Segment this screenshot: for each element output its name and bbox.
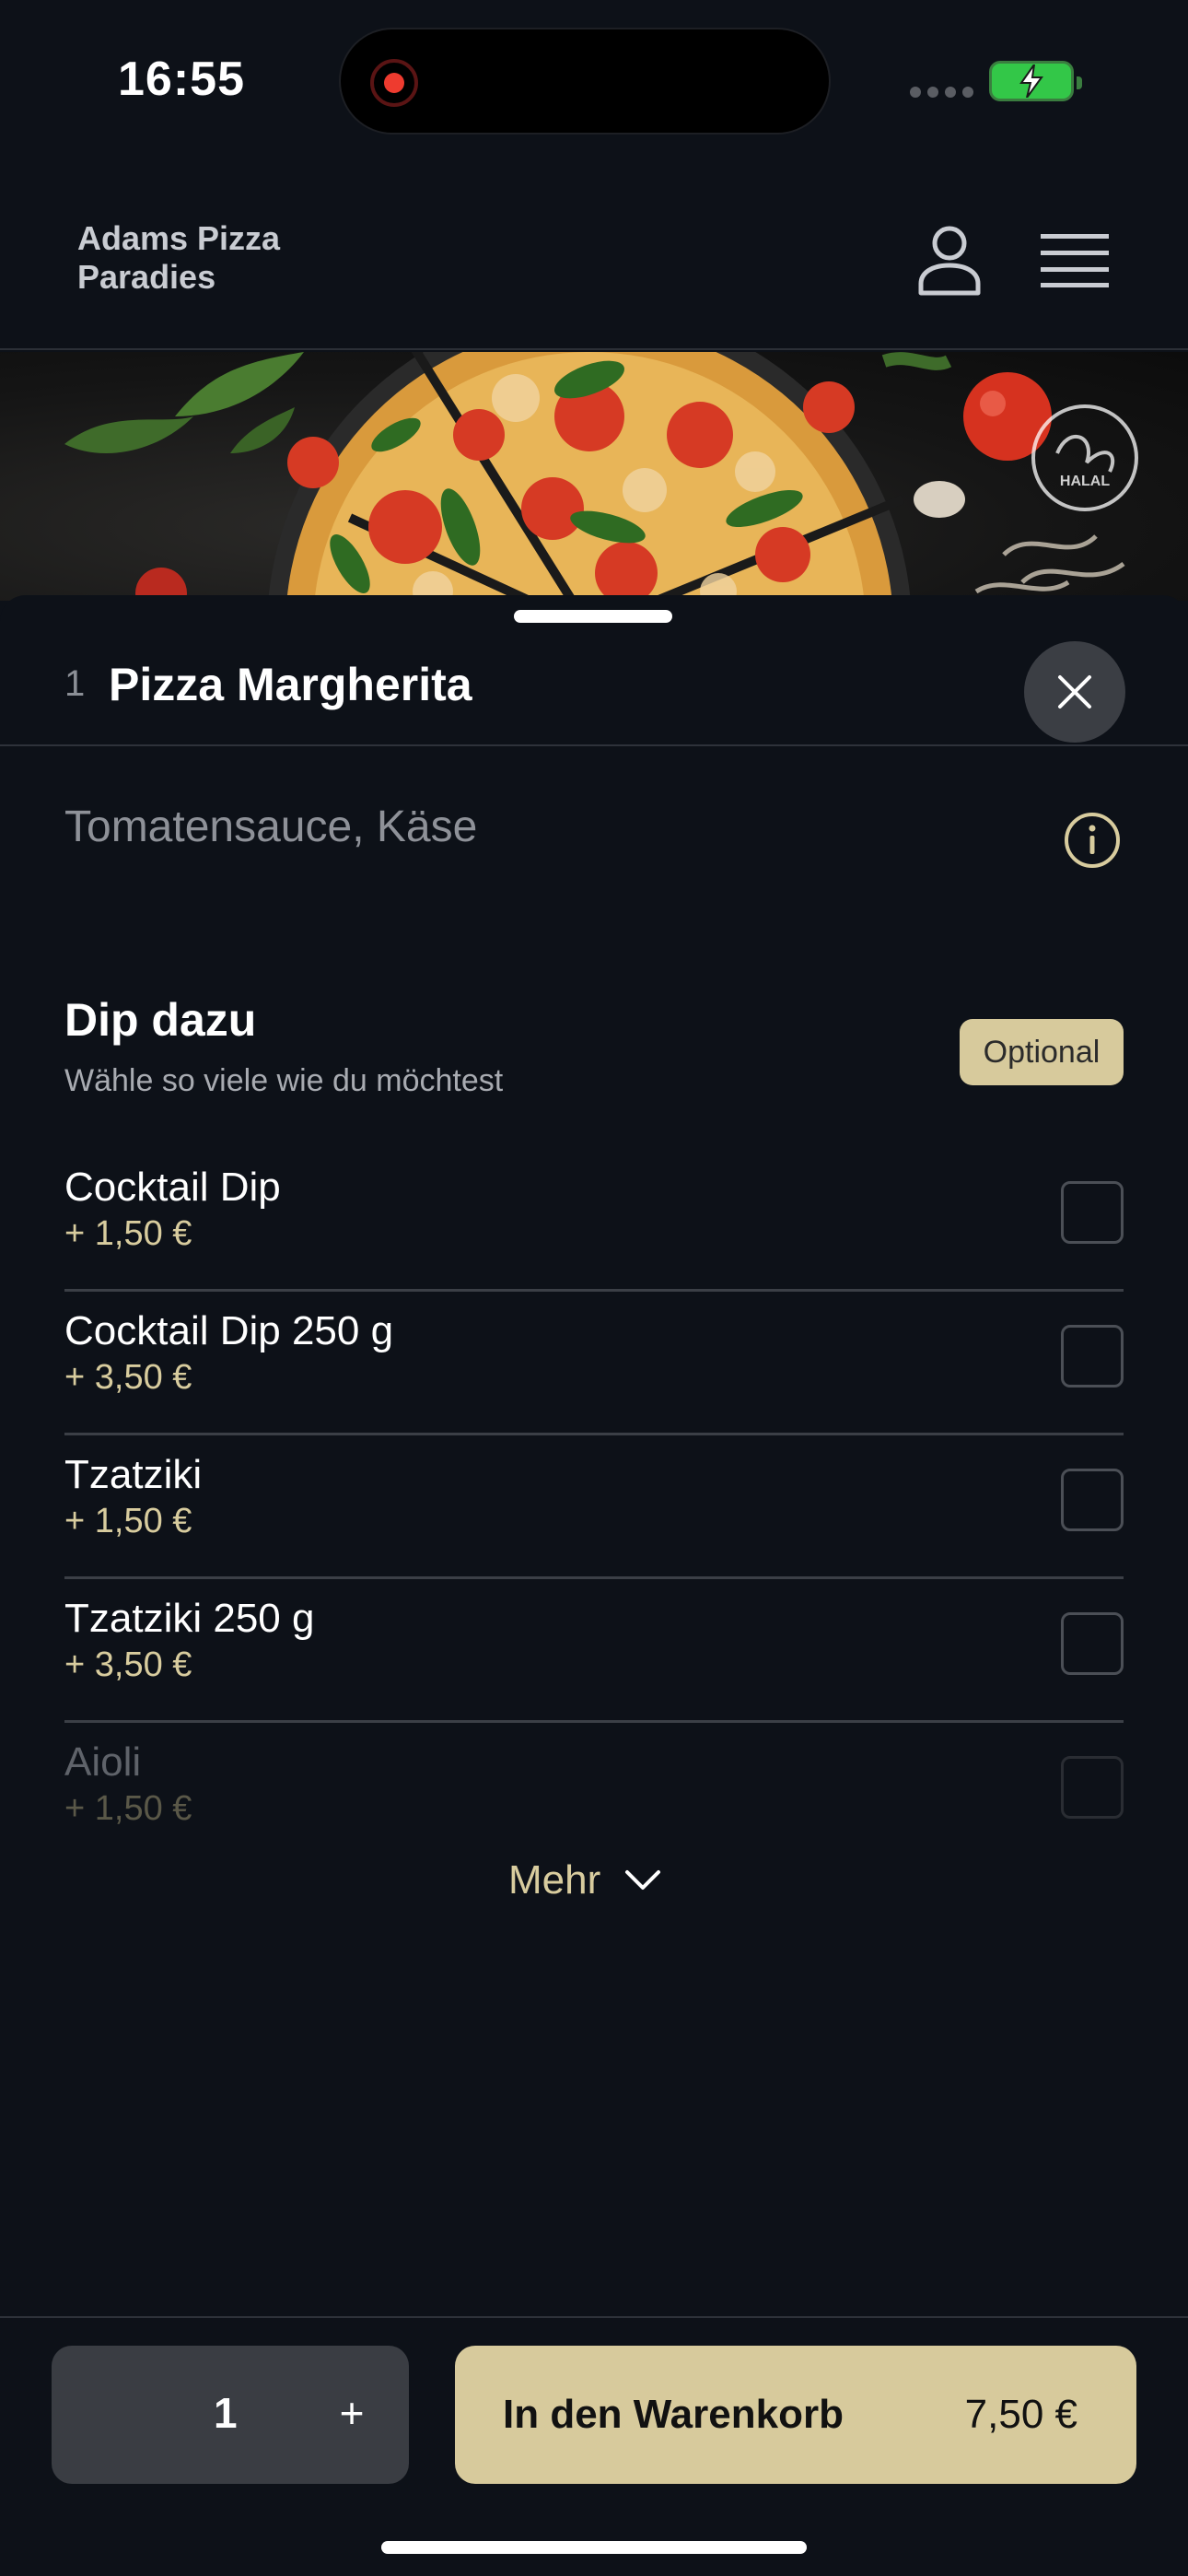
option-price: + 3,50 € (64, 1645, 192, 1684)
option-checkbox[interactable] (1061, 1181, 1124, 1244)
option-checkbox[interactable] (1061, 1469, 1124, 1531)
info-icon[interactable] (1063, 811, 1122, 870)
option-group-subtitle: Wähle so viele wie du möchtest (64, 1063, 504, 1098)
footer-bar: 1 + In den Warenkorb 7,50 € (0, 2316, 1188, 2576)
option-name: Cocktail Dip 250 g (64, 1308, 394, 1353)
sheet-header: 1 Pizza Margherita (0, 623, 1188, 746)
option-price: + 3,50 € (64, 1358, 192, 1397)
option-checkbox[interactable] (1061, 1756, 1124, 1819)
brand-name[interactable]: Adams Pizza Paradies (77, 219, 354, 297)
option-group-title: Dip dazu (64, 994, 257, 1046)
option-price: + 1,50 € (64, 1789, 192, 1828)
pizza-banner-image: HALAL (0, 352, 1188, 601)
add-to-cart-label: In den Warenkorb (503, 2392, 844, 2437)
sheet-grabber[interactable] (514, 610, 672, 623)
show-more-label: Mehr (508, 1857, 601, 1903)
user-icon[interactable] (917, 225, 982, 297)
chevron-down-icon (625, 1870, 661, 1890)
option-list: Cocktail Dip + 1,50 € Cocktail Dip 250 g… (64, 1148, 1124, 1867)
option-item[interactable]: Cocktail Dip 250 g + 3,50 € (64, 1292, 1124, 1435)
show-more-button[interactable]: Mehr (508, 1857, 661, 1903)
option-item[interactable]: Aioli + 1,50 € (64, 1723, 1124, 1867)
increment-button[interactable]: + (326, 2383, 378, 2443)
option-checkbox[interactable] (1061, 1612, 1124, 1675)
pizza-illustration: HALAL (64, 352, 1138, 601)
optional-badge: Optional (960, 1019, 1124, 1085)
status-time: 16:55 (118, 53, 245, 106)
option-checkbox[interactable] (1061, 1325, 1124, 1388)
cart-price: 7,50 € (964, 2392, 1077, 2437)
option-item[interactable]: Tzatziki + 1,50 € (64, 1435, 1124, 1579)
close-button[interactable] (1024, 641, 1125, 743)
option-name: Cocktail Dip (64, 1165, 281, 1210)
quantity-prefix: 1 (64, 663, 86, 704)
home-indicator[interactable] (381, 2541, 807, 2554)
option-price: + 1,50 € (64, 1214, 192, 1253)
option-name: Aioli (64, 1739, 142, 1785)
dynamic-island (339, 28, 831, 135)
halal-badge: HALAL (1060, 474, 1110, 489)
product-title: Pizza Margherita (109, 659, 472, 710)
ingredients-text: Tomatensauce, Käse (64, 802, 478, 851)
quantity-stepper: 1 + (52, 2346, 409, 2484)
option-price: + 1,50 € (64, 1502, 192, 1540)
recording-icon (370, 59, 418, 107)
product-sheet: 1 Pizza Margherita Tomatensauce, Käse Di… (0, 595, 1188, 2318)
option-item[interactable]: Tzatziki 250 g + 3,50 € (64, 1579, 1124, 1723)
close-icon (1058, 675, 1091, 708)
option-item[interactable]: Cocktail Dip + 1,50 € (64, 1148, 1124, 1292)
option-name: Tzatziki 250 g (64, 1596, 315, 1641)
menu-icon[interactable] (1041, 232, 1109, 289)
option-name: Tzatziki (64, 1452, 203, 1497)
quantity-value: 1 (214, 2389, 238, 2437)
signal-icon (910, 87, 973, 98)
app-header: Adams Pizza Paradies (0, 184, 1188, 350)
add-to-cart-button[interactable]: In den Warenkorb 7,50 € (455, 2346, 1136, 2484)
battery-charging-icon (989, 61, 1082, 101)
